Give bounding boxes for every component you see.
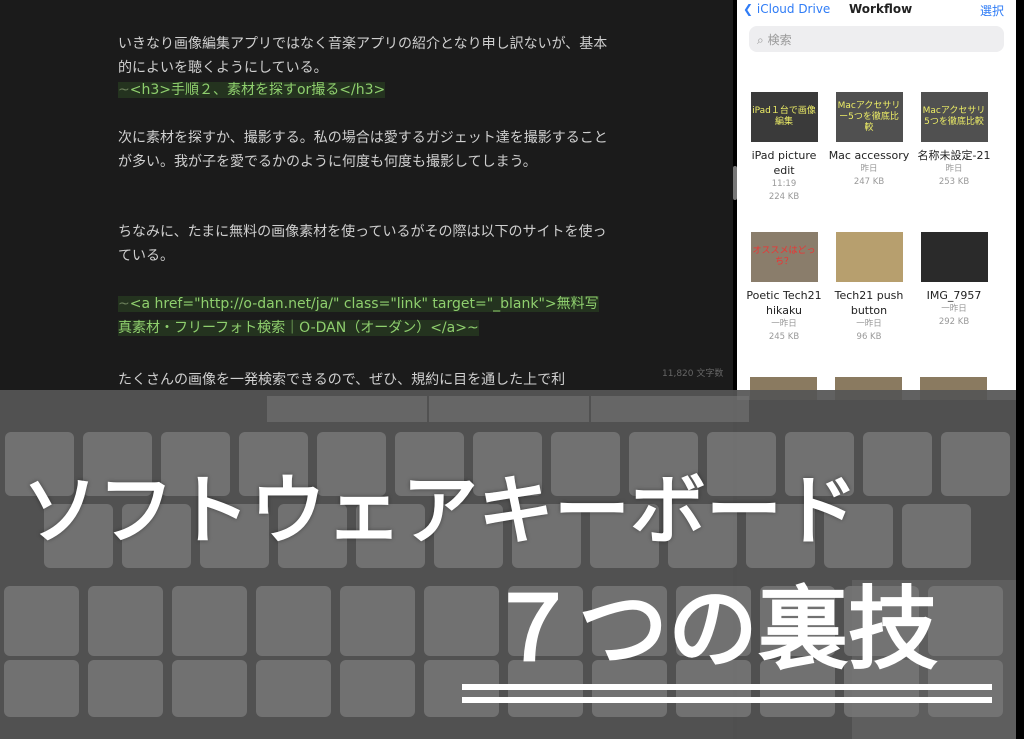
- keyboard-key[interactable]: [256, 660, 331, 717]
- search-input[interactable]: ⌕ 検索: [749, 26, 1004, 52]
- file-size: 224 KB: [768, 192, 800, 202]
- file-name: Poetic Tech21 hikaku: [746, 289, 822, 317]
- file-date: 一昨日: [771, 319, 797, 329]
- thumbnail-text: Macアクセサリー5つを徹底比較: [837, 100, 901, 133]
- file-name: Mac accessory: [828, 149, 910, 162]
- underline: [462, 697, 992, 703]
- keyboard-key[interactable]: [88, 660, 163, 717]
- char-count: 11,820 文字数: [662, 369, 724, 379]
- predictive-suggestion[interactable]: [429, 396, 589, 422]
- paragraph: いきなり画像編集アプリではなく音楽アプリの紹介となり申し訳ないが、基本的によいを…: [118, 36, 608, 76]
- file-tile[interactable]: IMG_7957 一昨日 292 KB: [913, 232, 995, 329]
- keyboard-key[interactable]: [340, 586, 415, 656]
- keyboard-key[interactable]: [4, 660, 79, 717]
- file-tile[interactable]: iPad１台で画像編集 iPad picture edit 11:19 224 …: [743, 92, 825, 204]
- file-size: 245 KB: [768, 332, 800, 342]
- file-thumbnail: iPad１台で画像編集: [750, 92, 818, 142]
- underline: [462, 684, 992, 690]
- file-size: 292 KB: [938, 317, 970, 327]
- search-icon: ⌕: [757, 33, 764, 47]
- code-text: <h3>手順２、素材を探すor撮る</h3>: [129, 82, 386, 98]
- thumbnail-text: Macアクセサリ5つを徹底比較: [922, 106, 986, 127]
- file-date: 昨日: [945, 164, 963, 174]
- keyboard-key[interactable]: [941, 432, 1010, 496]
- paragraph: たくさんの画像を一発検索できるので、ぜひ、規約に目を通した上で利: [118, 372, 566, 388]
- thumbnail-text: iPad１台で画像編集: [752, 106, 816, 127]
- paragraph: ちなみに、たまに無料の画像素材を使っているがその際は以下のサイトを使っている。: [118, 224, 607, 264]
- file-date: 11:19: [771, 179, 797, 189]
- predictive-suggestion[interactable]: [267, 396, 427, 422]
- select-button[interactable]: 選択: [980, 2, 1004, 19]
- file-thumbnail: [835, 232, 903, 282]
- file-size: 96 KB: [856, 332, 882, 342]
- keyboard-key[interactable]: [256, 586, 331, 656]
- file-date: 昨日: [860, 164, 878, 174]
- file-tile[interactable]: Tech21 push button 一昨日 96 KB: [828, 232, 910, 344]
- file-name: iPad picture edit: [751, 149, 817, 177]
- paragraph: 次に素材を探すか、撮影する。私の場合は愛するガジェット達を撮影することが多い。我…: [118, 130, 608, 170]
- file-date: 一昨日: [856, 319, 882, 329]
- keyboard-key[interactable]: [88, 586, 163, 656]
- file-name: 名称未設定-21: [917, 149, 991, 162]
- screen-edge: [1016, 0, 1024, 739]
- keyboard-key[interactable]: [4, 586, 79, 656]
- tilde-marker: ~: [118, 82, 130, 98]
- keyboard-key[interactable]: [863, 432, 932, 496]
- code-line-link: ~<a href="http://o-dan.net/ja/" class="l…: [118, 292, 608, 340]
- overlay-title: ソフトウェアキーボード: [22, 466, 858, 555]
- overlay-subtitle: ７つの裏技: [488, 577, 938, 682]
- folder-title: Workflow: [849, 2, 913, 16]
- code-line-h3: ~<h3>手順２、素材を探すor撮る</h3>: [118, 78, 618, 102]
- search-placeholder: 検索: [767, 33, 792, 47]
- file-size: 247 KB: [853, 177, 885, 187]
- tilde-marker: ~: [118, 296, 130, 312]
- file-thumbnail: Macアクセサリー5つを徹底比較: [835, 92, 903, 142]
- file-thumbnail: オススメはどっち？: [750, 232, 818, 282]
- keyboard-key[interactable]: [340, 660, 415, 717]
- file-tile[interactable]: オススメはどっち？ Poetic Tech21 hikaku 一昨日 245 K…: [743, 232, 825, 344]
- file-thumbnail: Macアクセサリ5つを徹底比較: [920, 92, 988, 142]
- file-thumbnail: [920, 232, 988, 282]
- file-date: 一昨日: [941, 304, 967, 314]
- predictive-suggestion[interactable]: [591, 396, 749, 422]
- files-panel: ❮ iCloud Drive Workflow 選択 ⌕ 検索 iPad１台で画…: [737, 0, 1016, 400]
- chevron-left-icon: ❮: [743, 2, 754, 16]
- keyboard-key[interactable]: [902, 504, 971, 568]
- file-size: 253 KB: [938, 177, 970, 187]
- file-name: Tech21 push button: [834, 289, 904, 317]
- back-label: iCloud Drive: [756, 2, 831, 16]
- file-name: IMG_7957: [926, 289, 982, 302]
- file-tile[interactable]: Macアクセサリ5つを徹底比較 名称未設定-21 昨日 253 KB: [913, 92, 995, 189]
- file-tile[interactable]: Macアクセサリー5つを徹底比較 Mac accessory 昨日 247 KB: [828, 92, 910, 189]
- thumbnail-text: オススメはどっち？: [752, 246, 816, 267]
- keyboard-key[interactable]: [172, 586, 247, 656]
- code-text: <a href="http://o-dan.net/ja/" class="li…: [118, 296, 599, 336]
- keyboard-key[interactable]: [172, 660, 247, 717]
- back-button[interactable]: ❮ iCloud Drive: [743, 2, 830, 16]
